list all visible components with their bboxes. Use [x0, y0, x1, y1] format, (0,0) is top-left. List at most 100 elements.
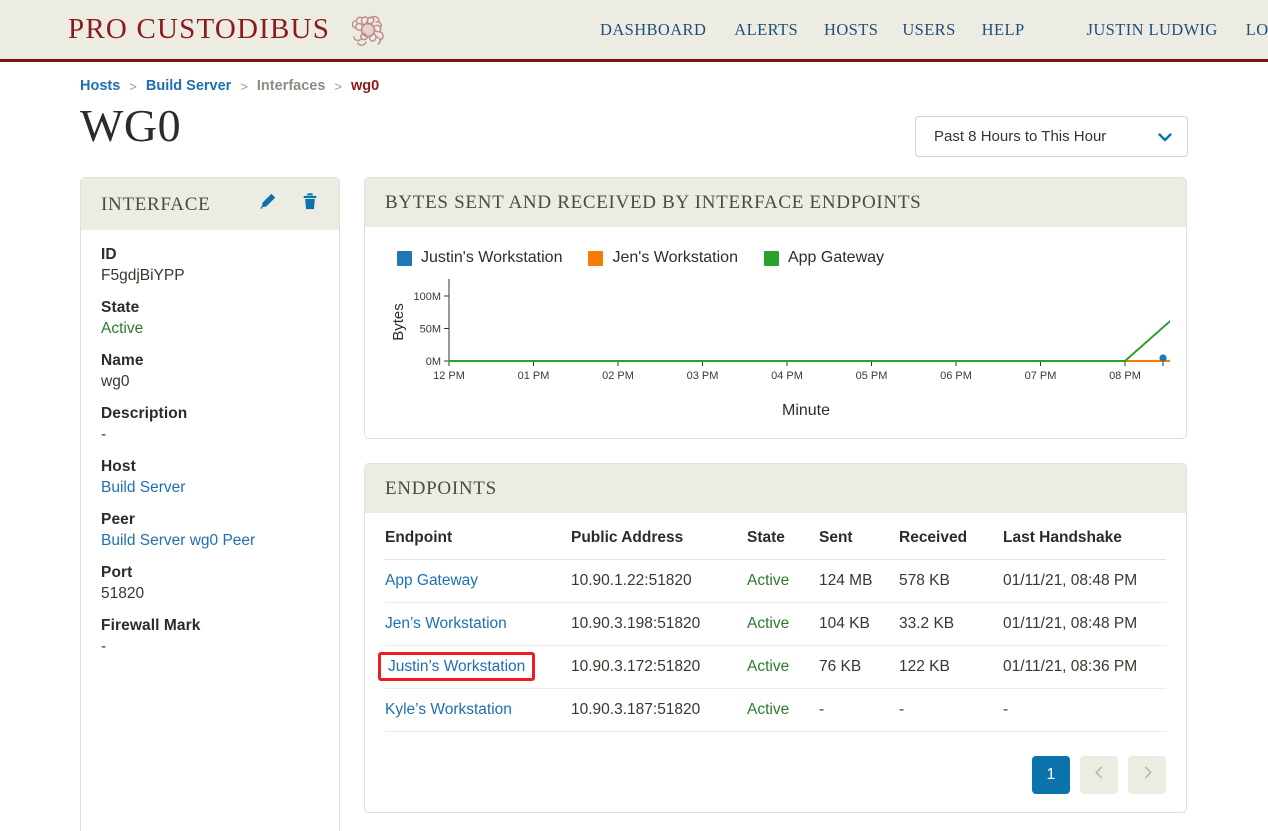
column-header-endpoint[interactable]: Endpoint [385, 517, 571, 560]
svg-text:05 PM: 05 PM [856, 370, 888, 382]
cell-address: 10.90.3.172:51820 [571, 645, 747, 689]
cell-sent: - [819, 688, 899, 732]
field-description: Description - [101, 405, 319, 444]
highlight-box: Justin’s Workstation [378, 652, 536, 682]
column-header-state[interactable]: State [747, 517, 819, 560]
field-label: Port [101, 564, 133, 581]
content-area: INTERFACE ID F5gdjBiYPP State Active Nam… [80, 177, 1268, 831]
endpoint-link[interactable]: Justin’s Workstation [388, 658, 525, 675]
nav-help[interactable]: HELP [982, 20, 1025, 40]
column-header-received[interactable]: Received [899, 517, 1003, 560]
chevron-left-icon [1092, 765, 1107, 785]
pagination-prev-button[interactable] [1080, 756, 1118, 794]
cell-received: - [899, 688, 1003, 732]
brand[interactable]: PRO CUSTODIBUS [68, 6, 392, 54]
endpoint-link[interactable]: Jen’s Workstation [385, 615, 507, 632]
page-title: WG0 [80, 100, 182, 151]
legend-item[interactable]: Jen's Workstation [588, 249, 738, 267]
svg-text:12 PM: 12 PM [433, 370, 465, 382]
cell-endpoint: Jen’s Workstation [385, 602, 571, 646]
field-value-link[interactable]: Build Server [101, 479, 319, 497]
endpoint-link[interactable]: App Gateway [385, 572, 478, 589]
table-row: Jen’s Workstation 10.90.3.198:51820 Acti… [385, 602, 1166, 646]
site-header: PRO CUSTODIBUS DASHBOARD ALERTS HOSTS US… [0, 0, 1268, 62]
field-value-link[interactable]: Build Server wg0 Peer [101, 532, 319, 550]
svg-text:07 PM: 07 PM [1025, 370, 1057, 382]
nav-users[interactable]: USERS [902, 20, 955, 40]
pencil-icon[interactable] [258, 192, 277, 217]
chart-panel-title: BYTES SENT AND RECEIVED BY INTERFACE END… [385, 192, 922, 213]
cell-address: 10.90.3.198:51820 [571, 602, 747, 646]
svg-text:01 PM: 01 PM [518, 370, 550, 382]
pagination-next-button[interactable] [1128, 756, 1166, 794]
cell-sent: 104 KB [819, 602, 899, 646]
cell-state: Active [747, 645, 819, 689]
svg-text:06 PM: 06 PM [940, 370, 972, 382]
field-id: ID F5gdjBiYPP [101, 246, 319, 285]
interface-panel: INTERFACE ID F5gdjBiYPP State Active Nam… [80, 177, 340, 831]
breadcrumb-item-wg0: wg0 [351, 78, 380, 94]
svg-text:04 PM: 04 PM [771, 370, 803, 382]
cell-state: Active [747, 602, 819, 646]
period-select[interactable]: Past 8 Hours to This Hour [915, 116, 1188, 157]
main-nav: DASHBOARD ALERTS HOSTS USERS HELP JUSTIN… [600, 20, 1268, 40]
field-firewall-mark: Firewall Mark - [101, 617, 319, 656]
brand-wordmark: PRO CUSTODIBUS [68, 13, 331, 45]
svg-text:03 PM: 03 PM [687, 370, 719, 382]
field-value: - [101, 426, 107, 443]
cell-endpoint: Justin’s Workstation [378, 645, 571, 689]
breadcrumb-separator: > [240, 78, 248, 94]
nav-account[interactable]: JUSTIN LUDWIG [1087, 20, 1218, 40]
legend-label: Justin's Workstation [421, 249, 563, 266]
field-peer: Peer Build Server wg0 Peer [101, 511, 319, 550]
endpoints-table-wrap: Endpoint Public Address State Sent Recei… [365, 513, 1186, 746]
cell-endpoint: Kyle’s Workstation [385, 688, 571, 732]
field-value: 51820 [101, 585, 145, 602]
chart-panel-header: BYTES SENT AND RECEIVED BY INTERFACE END… [365, 178, 1186, 227]
endpoints-panel: ENDPOINTS Endpoint Public Address State … [364, 463, 1187, 813]
breadcrumb-separator: > [334, 78, 343, 94]
chart-plot[interactable]: 0M 50M 100M Bytes 12 PM 01 PM 02 PM 03 PM 04 PM 0… [383, 273, 1186, 426]
breadcrumb-item-build-server[interactable]: Build Server [146, 78, 231, 94]
svg-text:0M: 0M [426, 356, 441, 368]
chevron-down-icon [1157, 129, 1173, 145]
svg-text:Bytes: Bytes [390, 303, 407, 341]
nav-hosts[interactable]: HOSTS [824, 20, 878, 40]
chart-panel: BYTES SENT AND RECEIVED BY INTERFACE END… [364, 177, 1187, 439]
legend-item[interactable]: App Gateway [763, 249, 885, 267]
column-header-handshake[interactable]: Last Handshake [1003, 517, 1166, 560]
trash-icon[interactable] [301, 192, 319, 217]
column-header-address[interactable]: Public Address [571, 517, 747, 560]
nav-alerts[interactable]: ALERTS [734, 20, 798, 40]
field-name: Name wg0 [101, 352, 319, 391]
breadcrumb-item-hosts[interactable]: Hosts [80, 78, 120, 94]
cell-address: 10.90.3.187:51820 [571, 688, 747, 732]
nav-dashboard[interactable]: DASHBOARD [600, 20, 706, 40]
field-label: State [101, 299, 140, 316]
breadcrumb-item-interfaces: Interfaces [256, 78, 326, 94]
breadcrumb: Hosts > Build Server > Interfaces > wg0 [80, 78, 1268, 94]
chevron-right-icon [1140, 765, 1155, 785]
field-value: Active [101, 320, 144, 337]
legend-item[interactable]: Justin's Workstation [397, 249, 562, 267]
legend-label: App Gateway [787, 249, 885, 266]
legend-swatch [397, 250, 412, 266]
cell-received: 578 KB [899, 559, 1003, 603]
field-port: Port 51820 [101, 564, 319, 603]
title-row: WG0 Past 8 Hours to This Hour [80, 98, 1188, 157]
table-row: Justin’s Workstation 10.90.3.172:51820 A… [378, 645, 1166, 689]
column-header-sent[interactable]: Sent [819, 517, 899, 560]
field-label: Name [101, 352, 144, 369]
right-column: BYTES SENT AND RECEIVED BY INTERFACE END… [364, 177, 1187, 831]
endpoint-link[interactable]: Kyle’s Workstation [385, 701, 512, 718]
cell-endpoint: App Gateway [385, 559, 571, 603]
field-value: - [101, 638, 107, 655]
pagination-page-1[interactable]: 1 [1032, 756, 1070, 794]
svg-text:100M: 100M [413, 291, 441, 303]
cell-address: 10.90.1.22:51820 [571, 559, 747, 603]
svg-text:Minute: Minute [782, 402, 830, 419]
cell-handshake: 01/11/21, 08:48 PM [1003, 602, 1166, 646]
nav-logout[interactable]: LOG OUT [1246, 20, 1268, 40]
cell-handshake: 01/11/21, 08:48 PM [1003, 559, 1166, 603]
table-row: Kyle’s Workstation 10.90.3.187:51820 Act… [385, 688, 1166, 732]
